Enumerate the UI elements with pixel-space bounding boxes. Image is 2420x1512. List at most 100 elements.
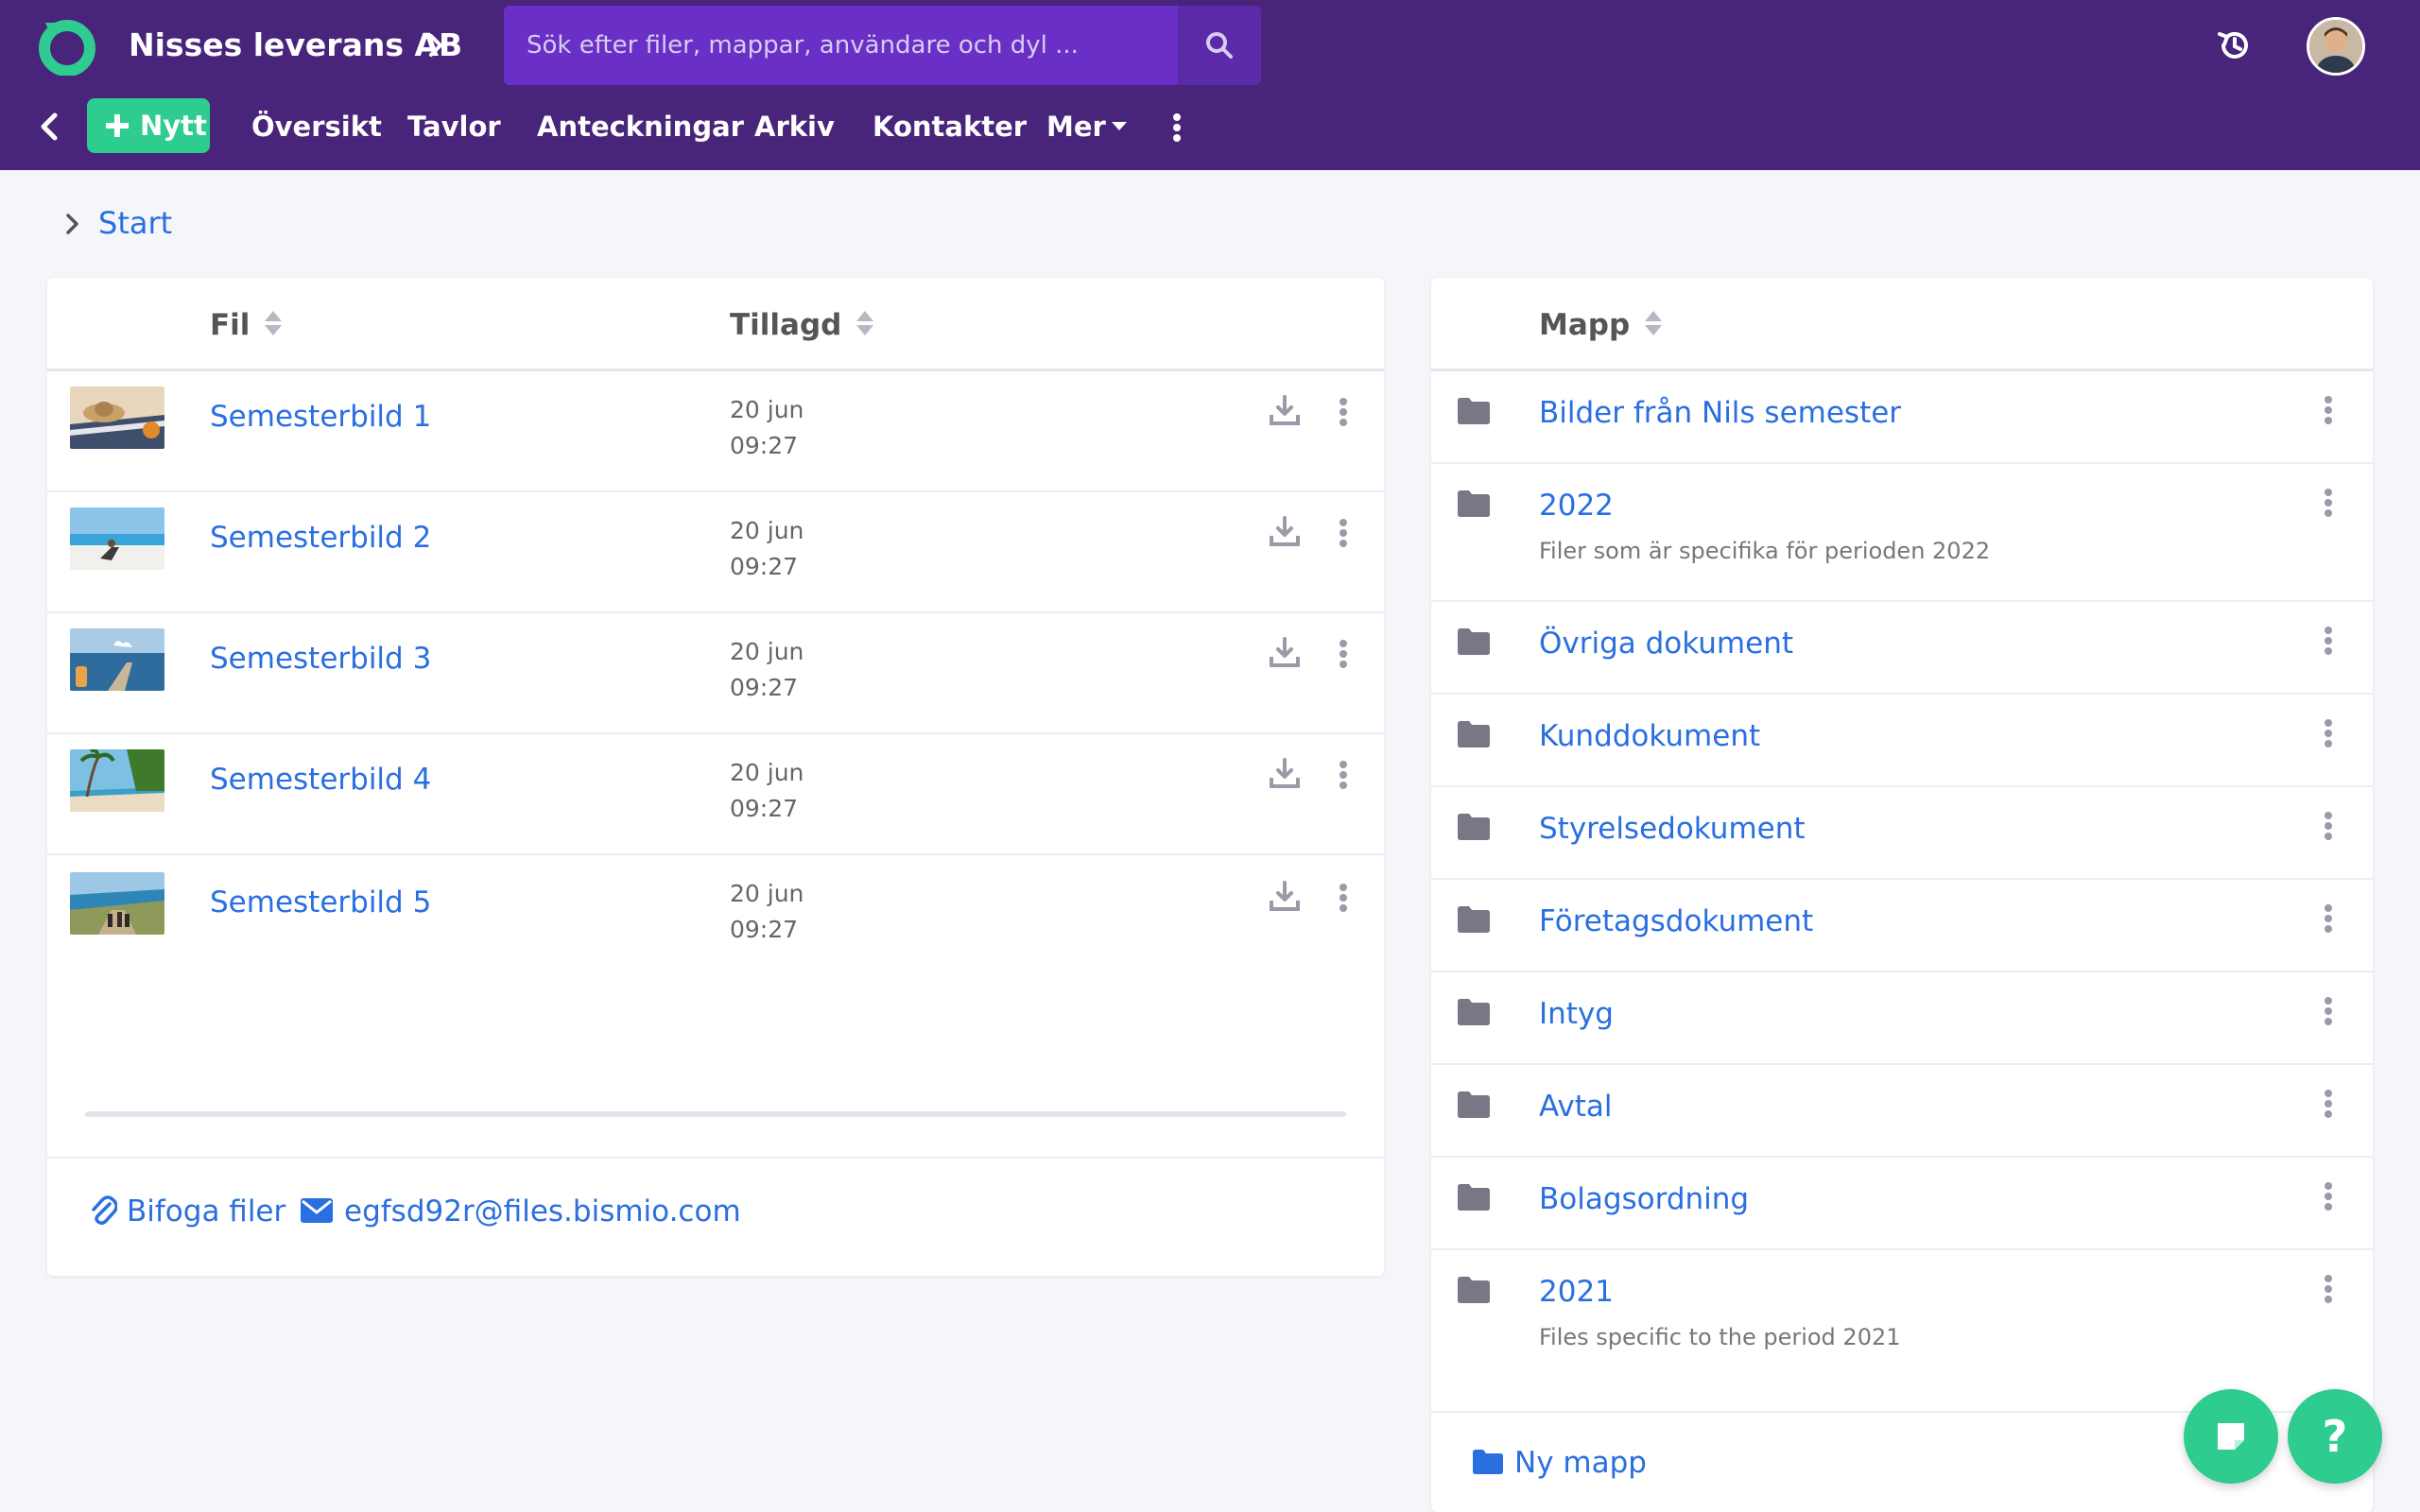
file-name-link[interactable]: Semesterbild 3 (210, 638, 431, 679)
file-row[interactable]: Semesterbild 5 20 jun 09:27 (47, 855, 1384, 976)
file-name-link[interactable]: Semesterbild 2 (210, 517, 431, 558)
folder-row[interactable]: Avtal (1431, 1065, 2373, 1158)
file-thumbnail (70, 749, 164, 812)
folder-name-link[interactable]: Bolagsordning (1539, 1178, 1749, 1220)
download-icon[interactable] (1269, 515, 1301, 547)
file-row[interactable]: Semesterbild 2 20 jun 09:27 (47, 492, 1384, 613)
search-input[interactable] (527, 6, 1188, 85)
column-header-folder-label: Mapp (1539, 308, 1631, 342)
sort-icon (265, 310, 283, 337)
footer-divider (47, 1157, 1384, 1159)
paperclip-icon (92, 1194, 117, 1225)
folder-options-icon[interactable] (2324, 1275, 2333, 1307)
column-header-file-label: Fil (210, 308, 251, 342)
horizontal-scrollbar[interactable] (85, 1111, 1346, 1117)
nav-item-anteckningar[interactable]: Anteckningar (537, 98, 744, 155)
folder-options-icon[interactable] (2324, 904, 2333, 936)
folder-icon (1458, 398, 1490, 424)
folder-options-icon[interactable] (2324, 1182, 2333, 1214)
folder-icon (1458, 1184, 1490, 1211)
breadcrumb-start[interactable]: Start (98, 202, 172, 244)
folder-name-link[interactable]: Avtal (1539, 1086, 1613, 1127)
user-avatar[interactable] (2307, 17, 2365, 76)
search-bar (504, 6, 1261, 85)
file-date: 20 jun (730, 638, 804, 665)
folder-options-icon[interactable] (2324, 997, 2333, 1029)
folder-row[interactable]: Bolagsordning (1431, 1158, 2373, 1250)
folder-row[interactable]: Företagsdokument (1431, 880, 2373, 972)
folder-name-link[interactable]: 2021 (1539, 1271, 1614, 1313)
folder-name-link[interactable]: Företagsdokument (1539, 901, 1813, 942)
sort-icon (1645, 310, 1663, 337)
company-name[interactable]: Nisses leverans AB (129, 25, 462, 66)
file-row[interactable]: Semesterbild 4 20 jun 09:27 (47, 734, 1384, 855)
file-name-link[interactable]: Semesterbild 4 (210, 759, 431, 800)
file-options-icon[interactable] (1339, 398, 1348, 430)
folder-name-link[interactable]: Intyg (1539, 993, 1614, 1035)
column-header-file[interactable]: Fil (210, 304, 283, 346)
folder-name-link[interactable]: Övriga dokument (1539, 623, 1793, 664)
more-options-icon[interactable] (1172, 113, 1182, 142)
email-address: egfsd92r@files.bismio.com (344, 1194, 741, 1228)
help-button[interactable]: ? (2288, 1389, 2382, 1484)
new-button[interactable]: Nytt (87, 98, 210, 153)
folder-options-icon[interactable] (2324, 719, 2333, 751)
chevron-right-icon[interactable] (424, 30, 450, 60)
file-options-icon[interactable] (1339, 519, 1348, 551)
folder-options-icon[interactable] (2324, 627, 2333, 659)
column-header-folder[interactable]: Mapp (1539, 304, 1663, 346)
folder-options-icon[interactable] (2324, 1090, 2333, 1122)
file-date: 20 jun (730, 880, 804, 907)
folder-name-link[interactable]: Styrelsedokument (1539, 808, 1806, 850)
file-row[interactable]: Semesterbild 3 20 jun 09:27 (47, 613, 1384, 734)
search-button[interactable] (1178, 6, 1261, 85)
history-icon[interactable] (2216, 26, 2254, 64)
file-options-icon[interactable] (1339, 761, 1348, 793)
nav-item-kontakter[interactable]: Kontakter (873, 98, 1027, 155)
folder-row[interactable]: Bilder från Nils semester (1431, 371, 2373, 464)
folder-icon (1458, 1277, 1490, 1303)
folder-row[interactable]: Kunddokument (1431, 695, 2373, 787)
folder-row[interactable]: Övriga dokument (1431, 602, 2373, 695)
folder-icon (1458, 906, 1490, 933)
folder-icon (1458, 999, 1490, 1025)
folder-options-icon[interactable] (2324, 812, 2333, 844)
folder-name-link[interactable]: Kunddokument (1539, 715, 1760, 757)
download-icon[interactable] (1269, 757, 1301, 789)
email-upload-link[interactable]: egfsd92r@files.bismio.com (301, 1191, 741, 1232)
back-arrow-icon[interactable] (36, 110, 62, 144)
nav-item-tavlor[interactable]: Tavlor (407, 98, 501, 155)
new-folder-link[interactable]: Ny mapp (1473, 1442, 1647, 1484)
folder-icon (1458, 490, 1490, 517)
folder-icon (1458, 721, 1490, 747)
folder-row[interactable]: Styrelsedokument (1431, 787, 2373, 880)
file-time: 09:27 (730, 432, 799, 459)
nav-item-arkiv[interactable]: Arkiv (754, 98, 835, 155)
caret-down-icon (1111, 121, 1127, 130)
folder-name-link[interactable]: 2022 (1539, 485, 1614, 526)
download-icon[interactable] (1269, 880, 1301, 912)
app-logo-icon[interactable] (38, 17, 96, 76)
file-row[interactable]: Semesterbild 1 20 jun 09:27 (47, 371, 1384, 492)
file-time: 09:27 (730, 553, 799, 580)
folder-icon (1458, 1091, 1490, 1118)
notes-button[interactable] (2184, 1389, 2278, 1484)
file-date: 20 jun (730, 517, 804, 544)
file-name-link[interactable]: Semesterbild 5 (210, 882, 431, 923)
attach-files-link[interactable]: Bifoga filer (89, 1191, 285, 1232)
file-options-icon[interactable] (1339, 884, 1348, 916)
column-header-added-label: Tillagd (730, 308, 842, 342)
download-icon[interactable] (1269, 394, 1301, 426)
folder-name-link[interactable]: Bilder från Nils semester (1539, 392, 1901, 434)
file-time: 09:27 (730, 916, 799, 943)
folder-row[interactable]: Intyg (1431, 972, 2373, 1065)
file-name-link[interactable]: Semesterbild 1 (210, 396, 431, 438)
column-header-added[interactable]: Tillagd (730, 304, 874, 346)
download-icon[interactable] (1269, 636, 1301, 668)
file-options-icon[interactable] (1339, 640, 1348, 672)
nav-item-oversikt[interactable]: Översikt (251, 98, 382, 155)
folder-row[interactable]: 2022 Filer som är specifika för perioden… (1431, 464, 2373, 602)
folder-options-icon[interactable] (2324, 396, 2333, 428)
folder-options-icon[interactable] (2324, 489, 2333, 521)
nav-item-mer[interactable]: Mer (1046, 98, 1127, 155)
